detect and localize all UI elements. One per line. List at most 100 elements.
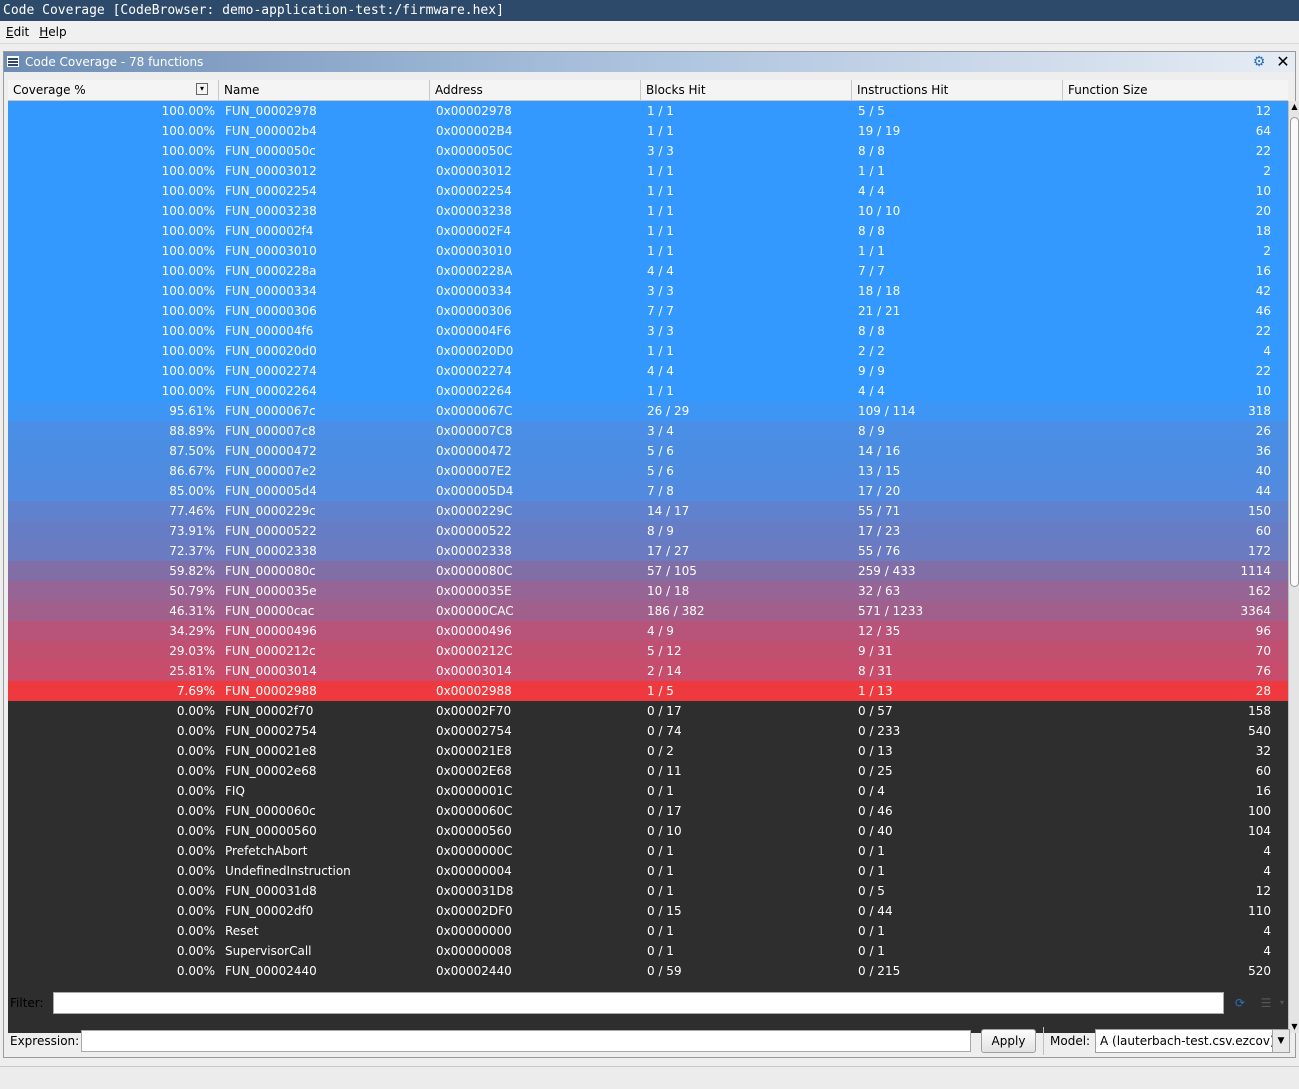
cell-address: 0x00000522 xyxy=(436,524,512,538)
model-select[interactable]: A (lauterbach-test.csv.ezcov) ▼ xyxy=(1095,1029,1290,1053)
cell-address: 0x000031D8 xyxy=(436,884,514,898)
cell-name: FUN_00000496 xyxy=(225,624,317,638)
chevron-down-icon[interactable]: ▾ xyxy=(1277,995,1287,1011)
table-row[interactable]: 100.00% FUN_0000228a 0x0000228A 4 / 4 7 / 7 1… xyxy=(8,261,1288,281)
filter-input[interactable] xyxy=(53,992,1224,1014)
table-icon xyxy=(7,56,19,67)
close-icon[interactable]: ✕ xyxy=(1274,53,1292,71)
table-row[interactable]: 100.00% FUN_000020d0 0x000020D0 1 / 1 2 / 2 4 xyxy=(8,341,1288,361)
cell-function-size: 64 xyxy=(1255,124,1271,138)
table-row[interactable]: 100.00% FUN_0000050c 0x0000050C 3 / 3 8 / 8 2… xyxy=(8,141,1288,161)
table-row[interactable]: 100.00% FUN_00003010 0x00003010 1 / 1 1 / 1 2 xyxy=(8,241,1288,261)
apply-button[interactable]: Apply xyxy=(981,1029,1036,1053)
scroll-up-arrow-icon[interactable]: ▲ xyxy=(1289,101,1299,113)
scrollbar-thumb[interactable] xyxy=(1290,117,1299,587)
gear-icon[interactable]: ⚙ xyxy=(1251,54,1267,70)
table-row[interactable]: 100.00% FUN_00000306 0x00000306 7 / 7 21 / 2… xyxy=(8,301,1288,321)
table-row[interactable]: 46.31% FUN_00000cac 0x00000CAC 186 / 382 571… xyxy=(8,601,1288,621)
cell-coverage: 85.00% xyxy=(169,484,215,498)
table-row[interactable]: 100.00% FUN_00003012 0x00003012 1 / 1 1 / 1 2 xyxy=(8,161,1288,181)
column-header-name[interactable]: Name xyxy=(219,80,430,100)
cell-function-size: 2 xyxy=(1263,164,1271,178)
table-row[interactable]: 95.61% FUN_0000067c 0x0000067C 26 / 29 109 /… xyxy=(8,401,1288,421)
table-row[interactable]: 85.00% FUN_000005d4 0x000005D4 7 / 8 17 / 20… xyxy=(8,481,1288,501)
table-row[interactable]: 0.00% Reset 0x00000000 0 / 1 0 / 1 4 xyxy=(8,921,1288,941)
table-row[interactable]: 100.00% FUN_000004f6 0x000004F6 3 / 3 8 / 8 2… xyxy=(8,321,1288,341)
filter-options-icon[interactable]: ☰ xyxy=(1258,995,1274,1011)
table-row[interactable]: 100.00% FUN_00002264 0x00002264 1 / 1 4 / 4 1… xyxy=(8,381,1288,401)
cell-address: 0x000007E2 xyxy=(436,464,512,478)
chevron-down-icon[interactable]: ▼ xyxy=(1272,1030,1289,1052)
table-row[interactable]: 25.81% FUN_00003014 0x00003014 2 / 14 8 / 31… xyxy=(8,661,1288,681)
table-row[interactable]: 29.03% FUN_0000212c 0x0000212C 5 / 12 9 / 31… xyxy=(8,641,1288,661)
scroll-down-arrow-icon[interactable]: ▼ xyxy=(1289,1021,1299,1033)
table-row[interactable]: 0.00% FUN_0000060c 0x0000060C 0 / 17 0 / 46 1… xyxy=(8,801,1288,821)
cell-function-size: 4 xyxy=(1263,924,1271,938)
table-row[interactable]: 50.79% FUN_0000035e 0x0000035E 10 / 18 32 / … xyxy=(8,581,1288,601)
table-row[interactable]: 87.50% FUN_00000472 0x00000472 5 / 6 14 / 16… xyxy=(8,441,1288,461)
table-row[interactable]: 0.00% FIQ 0x0000001C 0 / 1 0 / 4 16 xyxy=(8,781,1288,801)
table-row[interactable]: 0.00% FUN_00002df0 0x00002DF0 0 / 15 0 / 44 1… xyxy=(8,901,1288,921)
cell-instructions-hit: 21 / 21 xyxy=(858,304,901,318)
cell-instructions-hit: 0 / 44 xyxy=(858,904,893,918)
table-row[interactable]: 100.00% FUN_00002274 0x00002274 4 / 4 9 / 9 2… xyxy=(8,361,1288,381)
menu-edit[interactable]: Edit xyxy=(0,21,33,39)
column-header-function-size[interactable]: Function Size xyxy=(1063,80,1288,100)
cell-function-size: 28 xyxy=(1255,684,1271,698)
table-row[interactable]: 73.91% FUN_00000522 0x00000522 8 / 9 17 / 23… xyxy=(8,521,1288,541)
table-row[interactable]: 0.00% SupervisorCall 0x00000008 0 / 1 0 / 1 4 xyxy=(8,941,1288,961)
table-row[interactable]: 59.82% FUN_0000080c 0x0000080C 57 / 105 259 … xyxy=(8,561,1288,581)
table-row[interactable]: 0.00% FUN_000021e8 0x000021E8 0 / 2 0 / 13 32 xyxy=(8,741,1288,761)
column-header-instructions-hit[interactable]: Instructions Hit xyxy=(852,80,1063,100)
column-header-blocks-hit[interactable]: Blocks Hit xyxy=(641,80,852,100)
cell-name: FUN_00002df0 xyxy=(225,904,314,918)
cell-instructions-hit: 0 / 46 xyxy=(858,804,893,818)
cell-instructions-hit: 4 / 4 xyxy=(858,384,885,398)
table-row[interactable]: 100.00% FUN_000002b4 0x000002B4 1 / 1 19 / 1… xyxy=(8,121,1288,141)
table-row[interactable]: 100.00% FUN_000002f4 0x000002F4 1 / 1 8 / 8 1… xyxy=(8,221,1288,241)
table-row[interactable]: 0.00% FUN_000031d8 0x000031D8 0 / 1 0 / 5 12 xyxy=(8,881,1288,901)
cell-function-size: 4 xyxy=(1263,344,1271,358)
cell-coverage: 7.69% xyxy=(176,684,215,698)
cell-function-size: 36 xyxy=(1255,444,1271,458)
table-row[interactable]: 0.00% PrefetchAbort 0x0000000C 0 / 1 0 / 1 4 xyxy=(8,841,1288,861)
table-row[interactable]: 34.29% FUN_00000496 0x00000496 4 / 9 12 / 35… xyxy=(8,621,1288,641)
cell-coverage: 100.00% xyxy=(161,344,215,358)
cell-address: 0x00000008 xyxy=(436,944,512,958)
cell-instructions-hit: 0 / 1 xyxy=(858,844,885,858)
menu-help[interactable]: Help xyxy=(33,21,70,39)
table-row[interactable]: 77.46% FUN_0000229c 0x0000229C 14 / 17 55 / … xyxy=(8,501,1288,521)
table-row[interactable]: 88.89% FUN_000007c8 0x000007C8 3 / 4 8 / 9 26 xyxy=(8,421,1288,441)
table-row[interactable]: 100.00% FUN_00000334 0x00000334 3 / 3 18 / 1… xyxy=(8,281,1288,301)
cell-blocks-hit: 0 / 1 xyxy=(647,864,674,878)
cell-name: PrefetchAbort xyxy=(225,844,308,858)
cell-function-size: 32 xyxy=(1255,744,1271,758)
table-row[interactable]: 100.00% FUN_00002254 0x00002254 1 / 1 4 / 4 1… xyxy=(8,181,1288,201)
table-row[interactable]: 0.00% FUN_00002e68 0x00002E68 0 / 11 0 / 25 6… xyxy=(8,761,1288,781)
table-row[interactable]: 100.00% FUN_00003238 0x00003238 1 / 1 10 / 1… xyxy=(8,201,1288,221)
cell-function-size: 110 xyxy=(1248,904,1271,918)
expression-input[interactable] xyxy=(81,1030,971,1052)
cell-instructions-hit: 10 / 10 xyxy=(858,204,901,218)
table-row[interactable]: 0.00% FUN_00002f70 0x00002F70 0 / 17 0 / 57 1… xyxy=(8,701,1288,721)
cell-coverage: 100.00% xyxy=(161,264,215,278)
table-row[interactable]: 7.69% FUN_00002988 0x00002988 1 / 5 1 / 13 28 xyxy=(8,681,1288,701)
cell-function-size: 1114 xyxy=(1240,564,1271,578)
cell-coverage: 73.91% xyxy=(169,524,215,538)
table-row[interactable]: 0.00% FUN_00002754 0x00002754 0 / 74 0 / 233… xyxy=(8,721,1288,741)
table-row[interactable]: 0.00% FUN_00002440 0x00002440 0 / 59 0 / 215… xyxy=(8,961,1288,981)
table-row[interactable]: 0.00% FUN_00000560 0x00000560 0 / 10 0 / 40 1… xyxy=(8,821,1288,841)
cell-function-size: 100 xyxy=(1248,804,1271,818)
table-row[interactable]: 0.00% UndefinedInstruction 0x00000004 0 / 1… xyxy=(8,861,1288,881)
column-header-address[interactable]: Address xyxy=(430,80,641,100)
table-row[interactable]: 72.37% FUN_00002338 0x00002338 17 / 27 55 / … xyxy=(8,541,1288,561)
table-row[interactable]: 100.00% FUN_00002978 0x00002978 1 / 1 5 / 5 1… xyxy=(8,101,1288,121)
cell-instructions-hit: 571 / 1233 xyxy=(858,604,924,618)
cell-function-size: 60 xyxy=(1255,524,1271,538)
cell-blocks-hit: 26 / 29 xyxy=(647,404,690,418)
filter-refresh-icon[interactable]: ⟳ xyxy=(1232,995,1248,1011)
cell-blocks-hit: 17 / 27 xyxy=(647,544,690,558)
table-row[interactable]: 86.67% FUN_000007e2 0x000007E2 5 / 6 13 / 15… xyxy=(8,461,1288,481)
vertical-scrollbar[interactable]: ▲ ▼ xyxy=(1288,101,1299,1033)
column-header-coverage[interactable]: Coverage % ▾ xyxy=(8,80,219,100)
